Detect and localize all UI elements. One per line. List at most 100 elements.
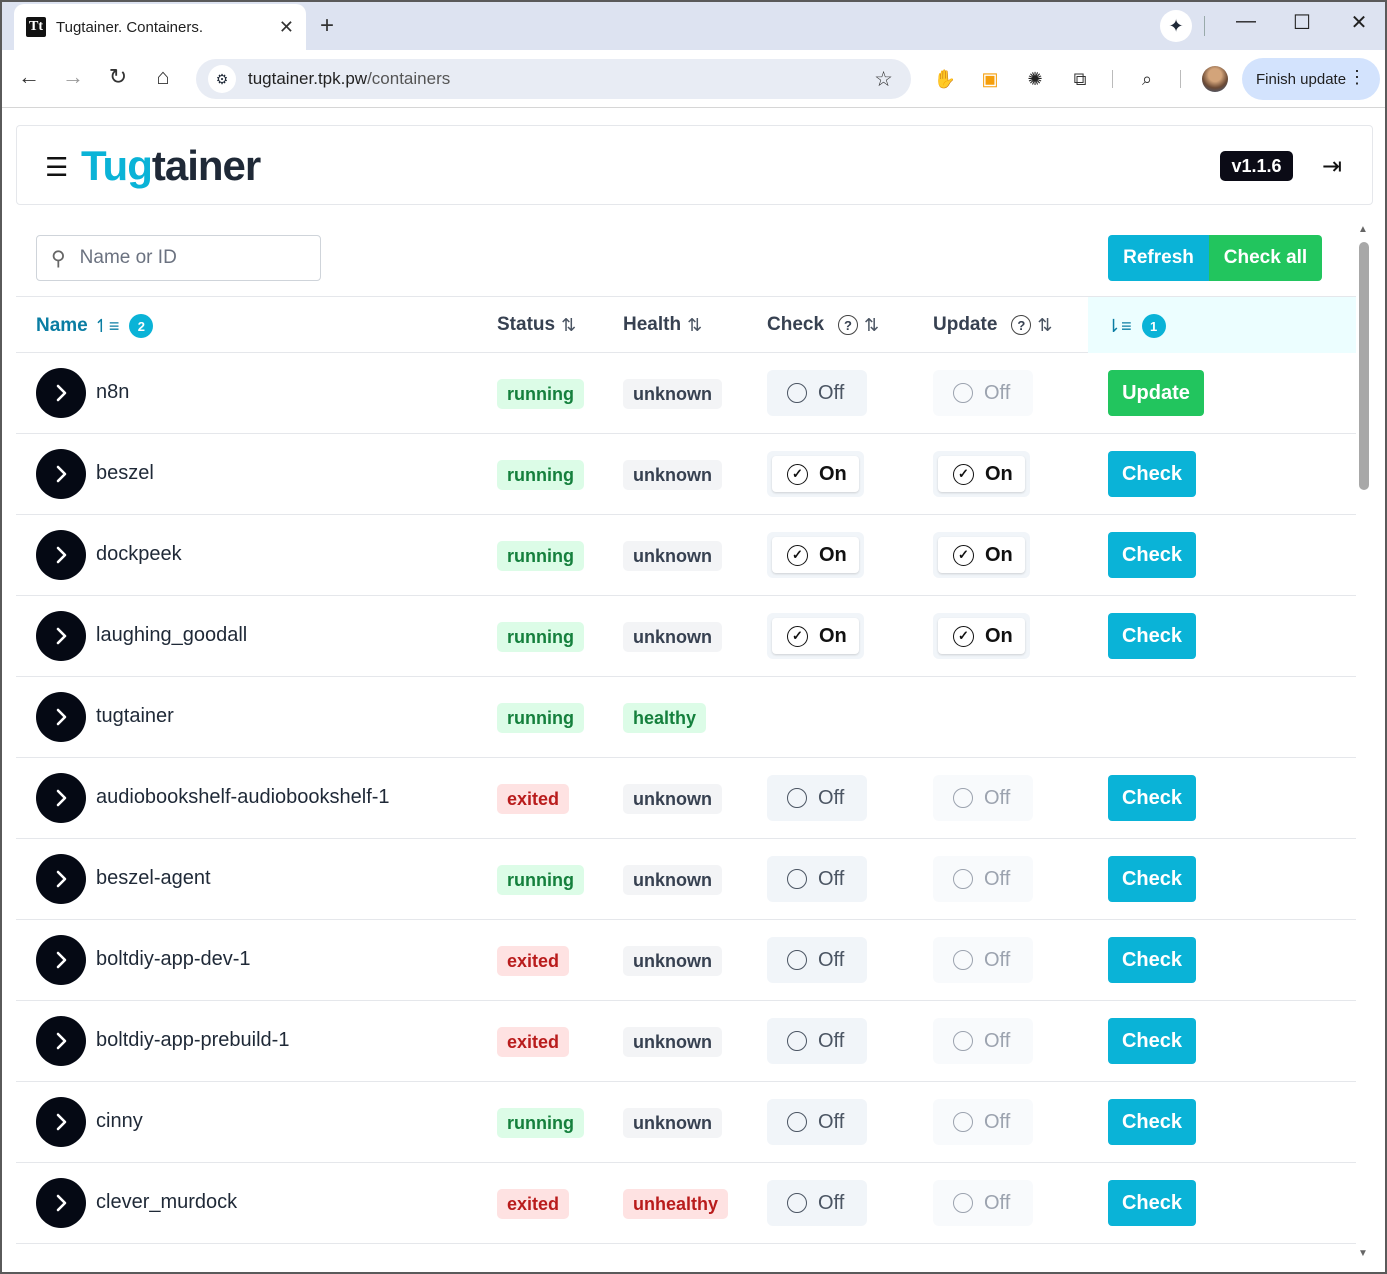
empty-circle-icon (953, 869, 973, 889)
forward-icon[interactable]: → (58, 64, 88, 90)
health-badge: unknown (623, 1027, 722, 1057)
minimize-icon[interactable]: — (1226, 10, 1266, 33)
update-toggle[interactable]: ✓ On (933, 532, 1030, 578)
back-icon[interactable]: ← (14, 64, 44, 90)
check-circle-icon: ✓ (953, 625, 974, 647)
finish-update-button[interactable]: Finish update ⋮ (1242, 58, 1380, 100)
status-badge: running (497, 622, 584, 652)
check-toggle[interactable]: Off (767, 1018, 867, 1064)
check-toggle[interactable]: Off (767, 370, 867, 416)
check-button[interactable]: Check (1108, 1180, 1196, 1226)
health-badge: unknown (623, 379, 722, 409)
check-toggle[interactable]: ✓ On (767, 451, 864, 497)
scrollbar[interactable]: ▲ ▼ (1358, 224, 1372, 1259)
site-info-icon[interactable]: ⚙ (208, 65, 236, 93)
update-toggle[interactable]: Off (933, 1099, 1033, 1145)
table-row: clever_murdock exited unhealthy Off Off Check (16, 1163, 1356, 1244)
check-all-button[interactable]: Check all (1209, 235, 1322, 281)
scroll-down-icon[interactable]: ▼ (1358, 1248, 1368, 1259)
settings-extension-icon[interactable]: ✺ (1022, 66, 1048, 92)
empty-circle-icon (953, 1031, 973, 1051)
expand-chevron-icon[interactable] (36, 1097, 86, 1147)
update-toggle[interactable]: ✓ On (933, 613, 1030, 659)
status-badge: running (497, 541, 584, 571)
expand-chevron-icon[interactable] (36, 611, 86, 661)
expand-chevron-icon[interactable] (36, 449, 86, 499)
extensions-icon[interactable]: ⧉ (1067, 66, 1093, 92)
table-row: audiobookshelf-audiobookshelf-1 exited unk… (16, 758, 1356, 839)
sort-desc-icon: ⇂≡ (1106, 315, 1132, 336)
search-input[interactable] (79, 247, 280, 269)
profile-avatar[interactable] (1202, 66, 1228, 92)
check-button[interactable]: Check (1108, 937, 1196, 983)
check-toggle[interactable]: Off (767, 1099, 867, 1145)
home-icon[interactable]: ⌂ (148, 64, 178, 90)
gemini-icon[interactable]: ✦ (1160, 10, 1192, 42)
check-button[interactable]: Check (1108, 775, 1196, 821)
color-picker-extension-icon[interactable]: ▣ (977, 66, 1003, 92)
update-toggle[interactable]: Off (933, 856, 1033, 902)
column-header-health[interactable]: Health ⇅ (623, 314, 702, 336)
address-bar[interactable]: ⚙ tugtainer.tpk.pw/containers ☆ (196, 59, 911, 99)
help-icon[interactable]: ? (838, 315, 859, 335)
app-logo: Tugtainer (81, 142, 261, 189)
menu-icon[interactable]: ☰ (45, 152, 68, 183)
browser-tab[interactable]: Tt Tugtainer. Containers. ✕ (14, 4, 306, 50)
update-toggle[interactable]: ✓ On (933, 451, 1030, 497)
expand-chevron-icon[interactable] (36, 1178, 86, 1228)
expand-chevron-icon[interactable] (36, 368, 86, 418)
adblock-extension-icon[interactable]: ✋ (932, 66, 958, 92)
containers-page: ⚲ Refresh Check all Name↿≡ 2 Status⇅ Hea… (16, 214, 1356, 1272)
bookmark-star-icon[interactable]: ☆ (874, 67, 893, 92)
container-name: tugtainer (96, 705, 174, 727)
check-button[interactable]: Check (1108, 856, 1196, 902)
check-button[interactable]: Check (1108, 1018, 1196, 1064)
update-toggle[interactable]: Off (933, 1018, 1033, 1064)
check-toggle[interactable]: Off (767, 1180, 867, 1226)
expand-chevron-icon[interactable] (36, 935, 86, 985)
expand-chevron-icon[interactable] (36, 854, 86, 904)
logout-icon[interactable]: ⇥ (1322, 152, 1342, 181)
check-button[interactable]: Check (1108, 613, 1196, 659)
update-toggle[interactable]: Off (933, 775, 1033, 821)
tab-search-icon[interactable]: ⌕ (1134, 66, 1160, 92)
check-toggle[interactable]: Off (767, 775, 867, 821)
help-icon[interactable]: ? (1011, 315, 1032, 335)
check-button[interactable]: Check (1108, 451, 1196, 497)
new-tab-icon[interactable]: + (320, 12, 334, 40)
check-toggle[interactable]: ✓ On (767, 613, 864, 659)
column-header-name[interactable]: Name ↿≡ 2 (36, 314, 154, 338)
container-name: audiobookshelf-audiobookshelf-1 (96, 786, 390, 808)
close-window-icon[interactable]: ✕ (1339, 10, 1379, 35)
update-button[interactable]: Update (1108, 370, 1204, 416)
column-header-update[interactable]: Update? ⇅ (933, 314, 1053, 336)
expand-chevron-icon[interactable] (36, 530, 86, 580)
reload-icon[interactable]: ↻ (103, 64, 133, 90)
expand-chevron-icon[interactable] (36, 773, 86, 823)
scroll-up-icon[interactable]: ▲ (1358, 224, 1368, 235)
column-header-status[interactable]: Status ⇅ (497, 314, 576, 336)
expand-chevron-icon[interactable] (36, 1016, 86, 1066)
empty-circle-icon (953, 383, 973, 403)
maximize-icon[interactable]: ☐ (1282, 10, 1322, 35)
check-toggle[interactable]: Off (767, 856, 867, 902)
column-header-check[interactable]: Check? ⇅ (767, 314, 879, 336)
check-button[interactable]: Check (1108, 532, 1196, 578)
divider (1112, 70, 1113, 88)
close-tab-icon[interactable]: ✕ (279, 17, 294, 38)
refresh-button[interactable]: Refresh (1108, 235, 1209, 281)
search-field[interactable]: ⚲ (36, 235, 321, 281)
check-toggle[interactable]: ✓ On (767, 532, 864, 578)
scrollbar-thumb[interactable] (1359, 242, 1369, 490)
update-toggle[interactable]: Off (933, 370, 1033, 416)
check-button[interactable]: Check (1108, 1099, 1196, 1145)
health-badge: unhealthy (623, 1189, 729, 1219)
status-badge: exited (497, 946, 570, 976)
empty-circle-icon (953, 788, 973, 808)
sort-icon: ⇅ (1037, 314, 1053, 335)
expand-chevron-icon[interactable] (36, 692, 86, 742)
check-toggle[interactable]: Off (767, 937, 867, 983)
column-header-actions[interactable]: ⇂≡ 1 (1106, 314, 1166, 338)
update-toggle[interactable]: Off (933, 937, 1033, 983)
update-toggle[interactable]: Off (933, 1180, 1033, 1226)
